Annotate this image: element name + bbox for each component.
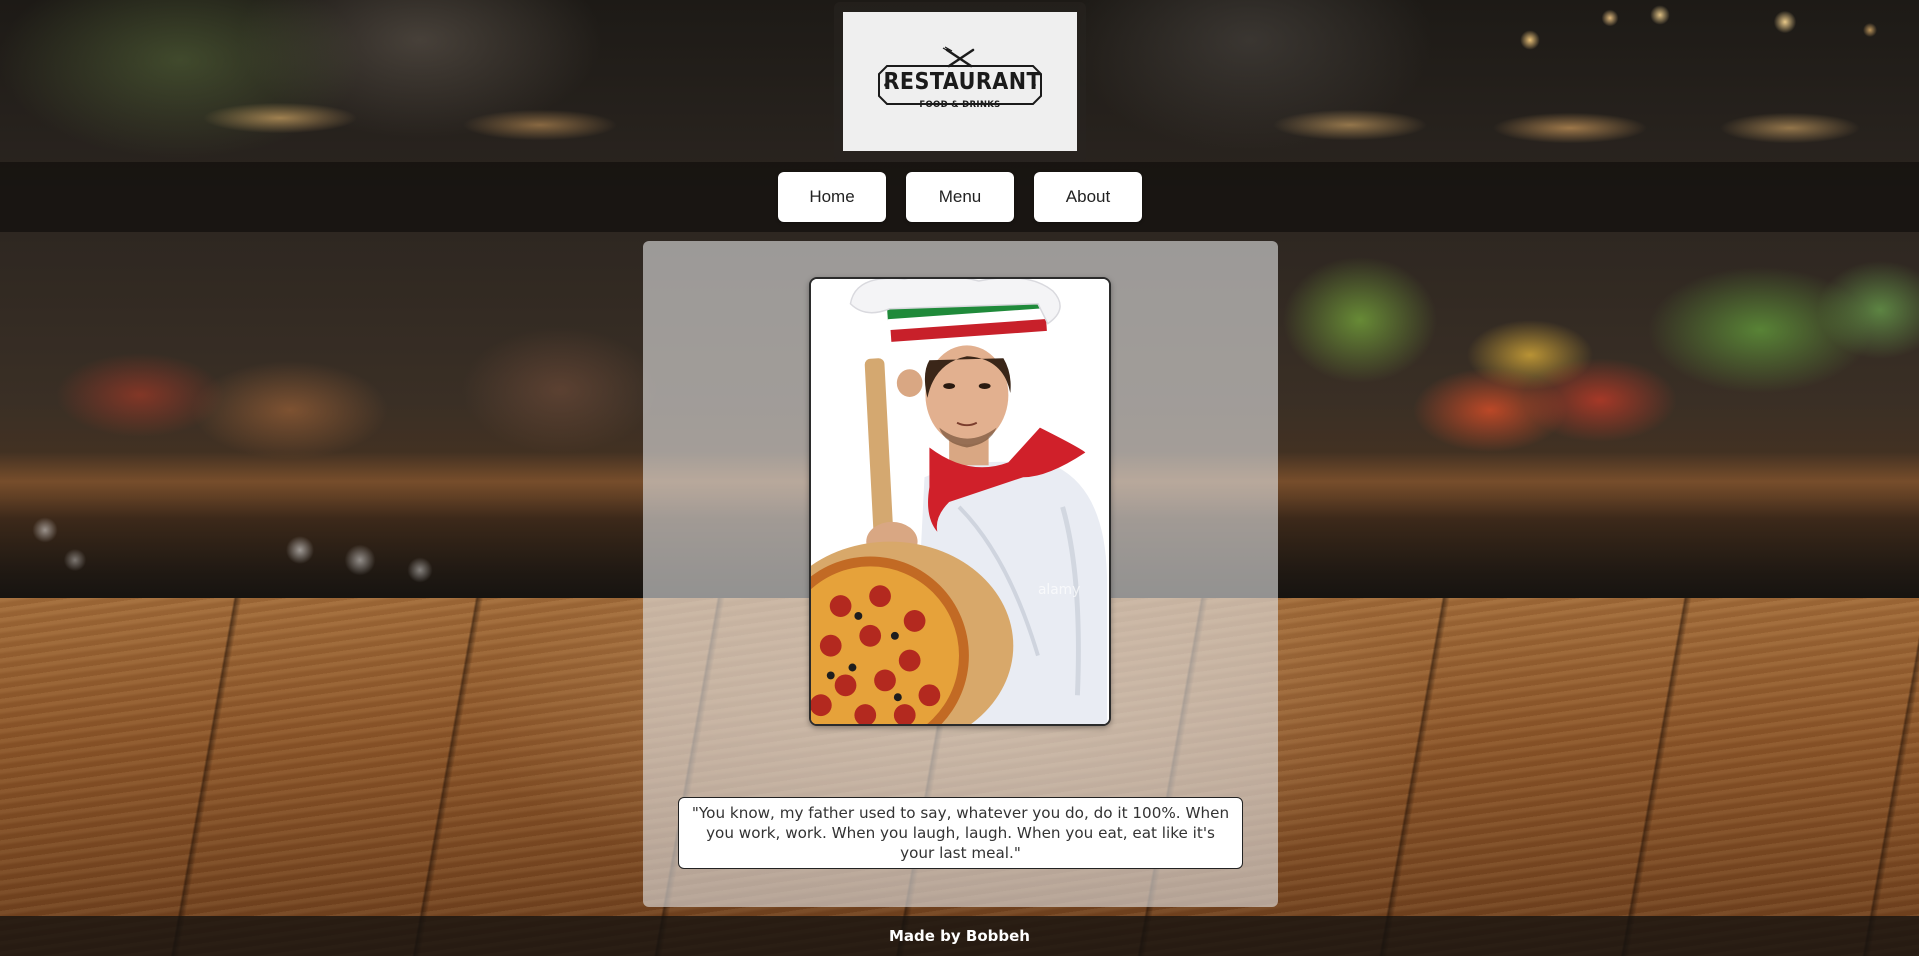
nav-home-button[interactable]: Home: [778, 172, 886, 222]
watermark-text: alamy: [1038, 582, 1080, 598]
logo-title: RESTAURANT: [883, 68, 1042, 95]
chef-quote: "You know, my father used to say, whatev…: [678, 797, 1243, 869]
logo-emblem: RESTAURANT FOOD & DRINKS: [875, 45, 1045, 118]
footer: Made by Bobbeh: [0, 916, 1919, 956]
chef-photo: alamy: [809, 277, 1111, 726]
main-nav: Home Menu About: [778, 172, 1142, 222]
footer-credit: Made by Bobbeh: [889, 927, 1030, 945]
logo-subtitle: FOOD & DRINKS: [919, 99, 1001, 110]
nav-menu-button[interactable]: Menu: [906, 172, 1014, 222]
restaurant-logo[interactable]: RESTAURANT FOOD & DRINKS: [843, 12, 1077, 151]
nav-about-button[interactable]: About: [1034, 172, 1142, 222]
